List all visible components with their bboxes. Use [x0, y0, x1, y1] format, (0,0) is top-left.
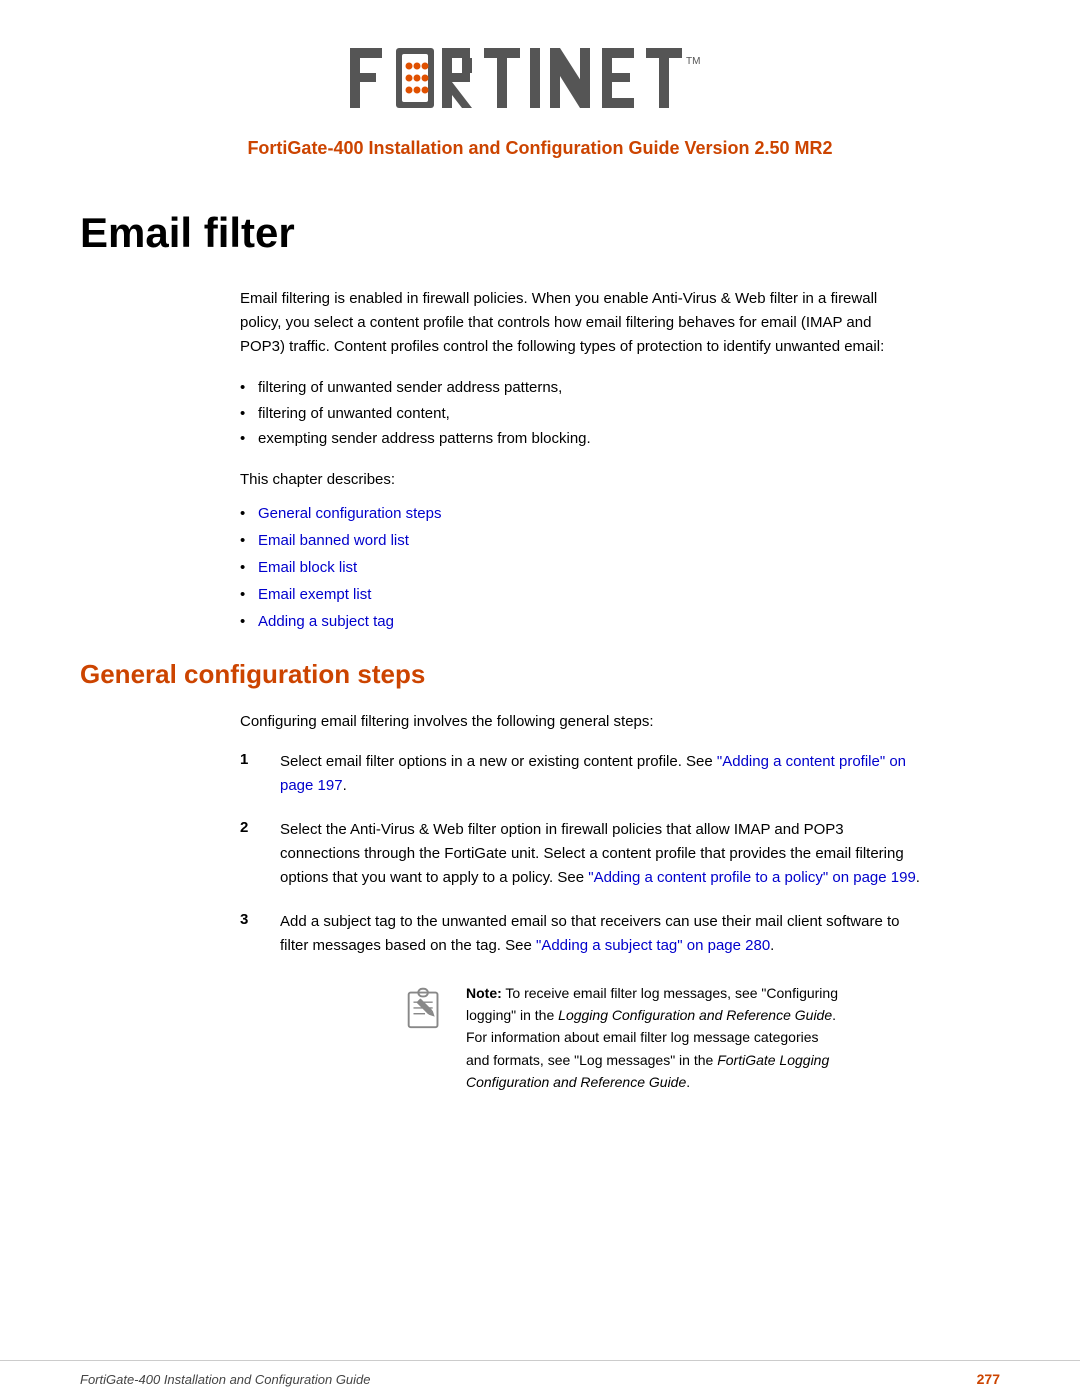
- step-number: 1: [240, 750, 260, 768]
- list-item[interactable]: General configuration steps: [240, 500, 920, 527]
- step3-link[interactable]: "Adding a subject tag" on page 280: [536, 937, 770, 954]
- step2-link[interactable]: "Adding a content profile to a policy" o…: [588, 869, 916, 886]
- step-text: Select the Anti-Virus & Web filter optio…: [280, 818, 920, 890]
- bullet-list: filtering of unwanted sender address pat…: [240, 375, 920, 452]
- numbered-section: Configuring email filtering involves the…: [240, 710, 920, 1094]
- intro-block: Email filtering is enabled in firewall p…: [240, 287, 920, 635]
- list-item: filtering of unwanted content,: [240, 401, 920, 427]
- step-2: 2 Select the Anti-Virus & Web filter opt…: [240, 818, 920, 890]
- step-number: 2: [240, 818, 260, 836]
- page: TM FortiGate-400 Installation and Config…: [0, 0, 1080, 1397]
- footer-left-text: FortiGate-400 Installation and Configura…: [80, 1372, 371, 1387]
- chapter-title: Email filter: [80, 209, 1000, 257]
- email-banned-word-link[interactable]: Email banned word list: [258, 532, 409, 549]
- note-icon: [400, 982, 450, 1032]
- footer-page-number: 277: [977, 1371, 1000, 1387]
- subtitle: FortiGate-400 Installation and Configura…: [247, 138, 832, 159]
- svg-text:TM: TM: [686, 56, 700, 67]
- list-item: filtering of unwanted sender address pat…: [240, 375, 920, 401]
- section-heading: General configuration steps: [80, 659, 1000, 690]
- page-header: TM FortiGate-400 Installation and Config…: [0, 0, 1080, 179]
- step-3: 3 Add a subject tag to the unwanted emai…: [240, 910, 920, 958]
- chapter-links-list: General configuration steps Email banned…: [240, 500, 920, 635]
- main-content: Email filter Email filtering is enabled …: [0, 179, 1080, 1153]
- step-text: Select email filter options in a new or …: [280, 750, 920, 798]
- step-text: Add a subject tag to the unwanted email …: [280, 910, 920, 958]
- list-item[interactable]: Adding a subject tag: [240, 608, 920, 635]
- list-item[interactable]: Email block list: [240, 554, 920, 581]
- step-1: 1 Select email filter options in a new o…: [240, 750, 920, 798]
- intro-paragraph: Email filtering is enabled in firewall p…: [240, 287, 920, 359]
- list-item[interactable]: Email banned word list: [240, 527, 920, 554]
- email-block-list-link[interactable]: Email block list: [258, 559, 357, 576]
- list-item[interactable]: Email exempt list: [240, 581, 920, 608]
- logo-area: TM: [350, 40, 730, 120]
- note-box: Note: To receive email filter log messag…: [400, 982, 840, 1094]
- general-config-link[interactable]: General configuration steps: [258, 505, 441, 522]
- page-footer: FortiGate-400 Installation and Configura…: [0, 1360, 1080, 1397]
- note-text: Note: To receive email filter log messag…: [466, 982, 840, 1094]
- step-number: 3: [240, 910, 260, 928]
- fortinet-logo: TM: [350, 40, 730, 120]
- adding-subject-tag-link[interactable]: Adding a subject tag: [258, 613, 394, 630]
- email-exempt-list-link[interactable]: Email exempt list: [258, 586, 371, 603]
- list-item: exempting sender address patterns from b…: [240, 426, 920, 452]
- section-intro: Configuring email filtering involves the…: [240, 710, 920, 734]
- step1-link[interactable]: "Adding a content profile" on page 197: [280, 753, 906, 794]
- chapter-describes-label: This chapter describes:: [240, 468, 920, 492]
- note-label: Note:: [466, 985, 502, 1001]
